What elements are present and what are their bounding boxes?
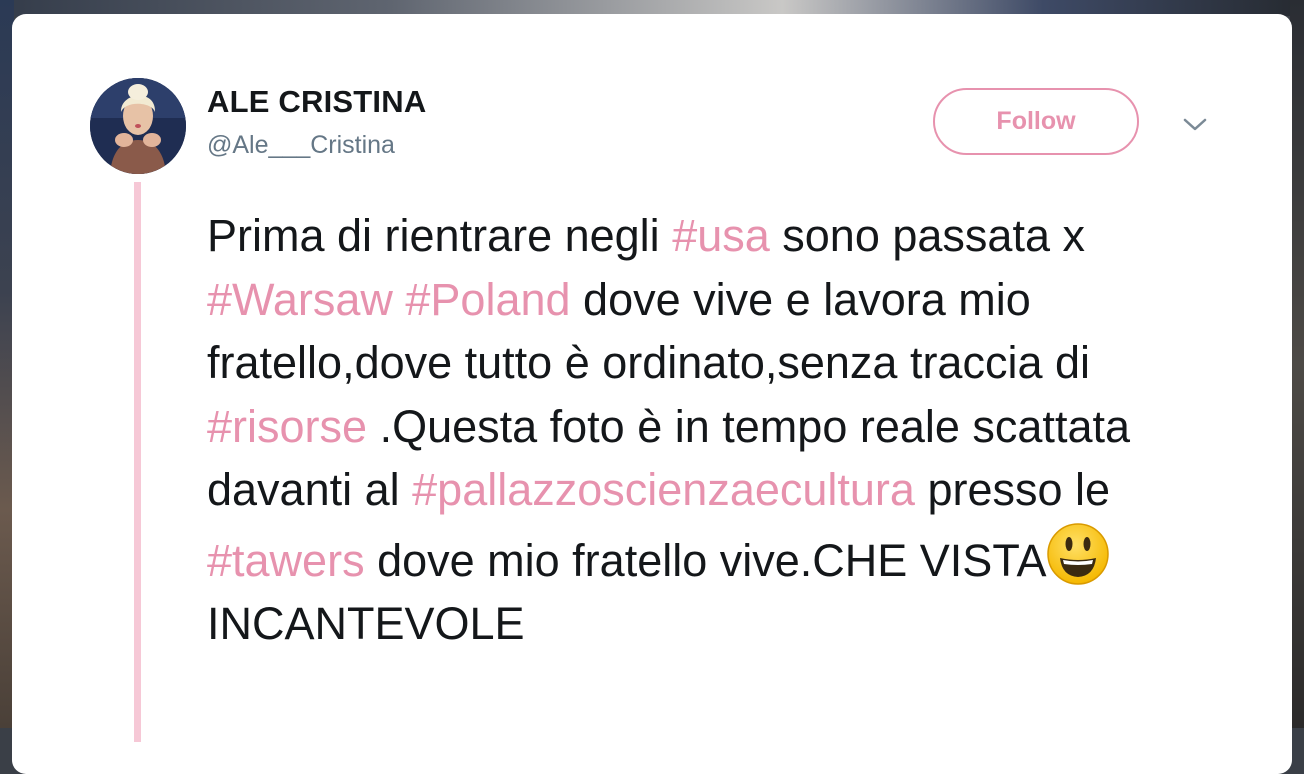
- hashtag-link[interactable]: #Poland: [405, 274, 570, 325]
- hashtag-link[interactable]: #risorse: [207, 401, 367, 452]
- hashtag-link[interactable]: #Warsaw: [207, 274, 393, 325]
- author-display-name[interactable]: ALE CRISTINA: [207, 84, 426, 120]
- smiley-emoji-icon: [1046, 522, 1110, 586]
- tweet-text: Prima di rientrare negli #usa sono passa…: [207, 204, 1247, 656]
- tweet-text-segment: INCANTEVOLE: [207, 598, 525, 649]
- follow-button[interactable]: Follow: [933, 88, 1139, 155]
- tweet-text-segment: sono passata x: [769, 210, 1085, 261]
- tweet-text-segment: dove mio fratello vive.CHE VISTA: [364, 534, 1047, 586]
- tweet-text-segment: Prima di rientrare negli: [207, 210, 673, 261]
- hashtag-link[interactable]: #pallazzoscienzaecultura: [412, 464, 915, 515]
- chevron-down-icon[interactable]: [1180, 110, 1210, 140]
- avatar[interactable]: [90, 78, 186, 174]
- hashtag-link[interactable]: #tawers: [207, 535, 365, 586]
- thread-line: [134, 182, 141, 742]
- background-photo-right: [1290, 0, 1304, 728]
- hashtag-link[interactable]: #usa: [672, 210, 770, 261]
- tweet-text-segment: [393, 274, 406, 325]
- author-handle[interactable]: @Ale___Cristina: [207, 131, 395, 160]
- avatar-image: [90, 78, 186, 174]
- tweet-text-segment: presso le: [914, 464, 1111, 515]
